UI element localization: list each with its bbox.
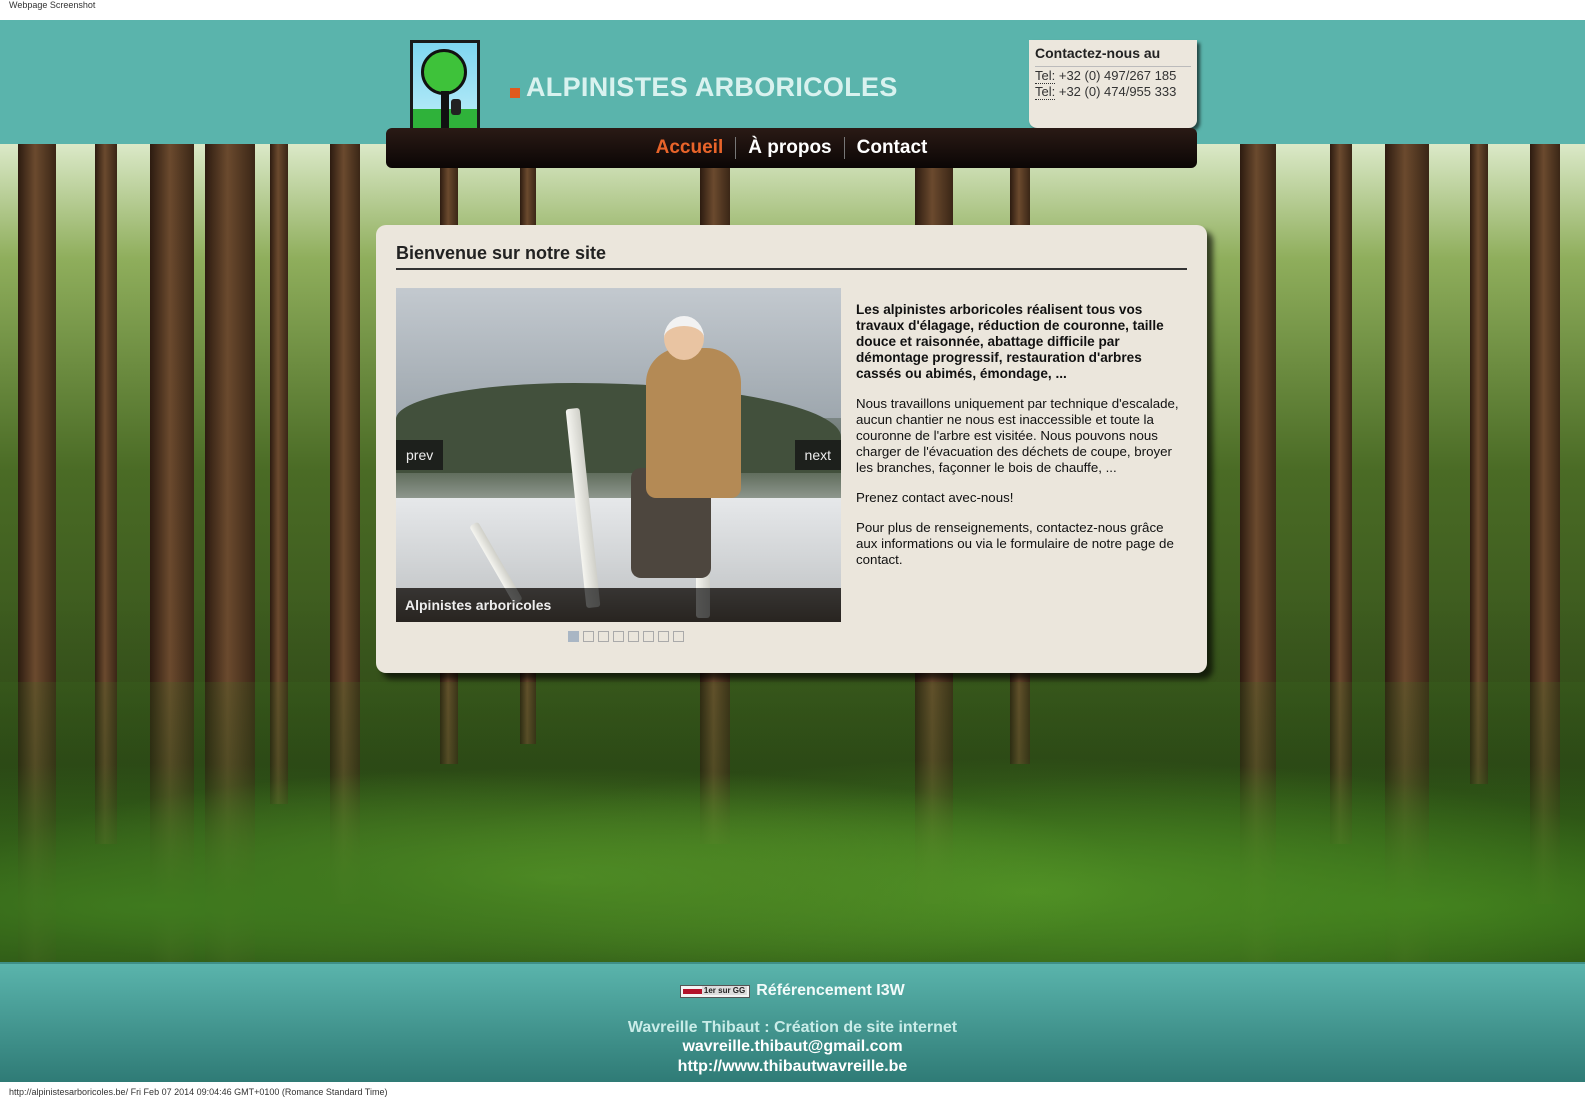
slide-photo-snow <box>396 498 841 588</box>
slider-dot[interactable] <box>658 631 669 642</box>
slider-dot[interactable] <box>673 631 684 642</box>
slider-dot[interactable] <box>643 631 654 642</box>
phone-line-2: Tel: +32 (0) 474/955 333 <box>1035 84 1191 100</box>
status-bar: http://alpinistesarboricoles.be/ Fri Feb… <box>9 1087 388 1097</box>
logo-climber <box>451 99 461 115</box>
intro-lead: Les alpinistes arboricoles réalisent tou… <box>856 302 1164 381</box>
referencing-row[interactable]: 1er sur GG Référencement I3W <box>0 982 1585 1000</box>
intro-paragraph-3: Pour plus de renseignements, contactez-n… <box>856 520 1174 567</box>
slider-dot[interactable] <box>613 631 624 642</box>
contact-title: Contactez-nous au <box>1035 45 1191 67</box>
intro-text: Les alpinistes arboricoles réalisent tou… <box>856 302 1186 582</box>
contact-box: Contactez-nous au Tel: +32 (0) 497/267 1… <box>1029 40 1197 128</box>
intro-paragraph-1: Nous travaillons uniquement par techniqu… <box>856 396 1179 475</box>
footer-website-link[interactable]: http://www.thibautwavreille.be <box>0 1058 1585 1076</box>
fern-undergrowth <box>0 682 1585 962</box>
title-bullet-icon <box>510 87 520 98</box>
image-slider[interactable]: prev next Alpinistes arboricoles <box>396 288 841 622</box>
slide-caption: Alpinistes arboricoles <box>396 588 841 622</box>
screenshot-caption: Webpage Screenshot <box>9 0 96 10</box>
footer-email-link[interactable]: wavreille.thibaut@gmail.com <box>0 1038 1585 1056</box>
nav-item-contact[interactable]: Contact <box>843 137 940 159</box>
slide-photo-climber-head <box>664 316 704 360</box>
phone-label: Tel: <box>1035 68 1056 84</box>
phone-number-2[interactable]: +32 (0) 474/955 333 <box>1059 84 1176 99</box>
tree-climber-logo-icon[interactable] <box>410 40 480 140</box>
nav-item-a-propos[interactable]: À propos <box>735 137 843 159</box>
slider-pagination <box>568 631 684 642</box>
badge-text: 1er sur GG <box>701 985 748 995</box>
slider-next-button[interactable]: next <box>794 440 841 470</box>
content-panel: Bienvenue sur notre site prev next Alpin… <box>376 225 1207 673</box>
slider-dot[interactable] <box>568 631 579 642</box>
phone-label: Tel: <box>1035 84 1056 100</box>
slider-dot[interactable] <box>598 631 609 642</box>
phone-line-1: Tel: +32 (0) 497/267 185 <box>1035 68 1191 84</box>
phone-number-1[interactable]: +32 (0) 497/267 185 <box>1059 68 1176 83</box>
nav-item-accueil[interactable]: Accueil <box>644 137 736 159</box>
slide-photo-climber <box>646 348 741 498</box>
main-nav: Accueil À propos Contact <box>386 128 1197 168</box>
intro-paragraph-2: Prenez contact avec-nous! <box>856 490 1014 505</box>
referencing-link[interactable]: Référencement I3W <box>756 982 905 1000</box>
footer-credit: Wavreille Thibaut : Création de site int… <box>627 1019 958 1036</box>
page-title: Bienvenue sur notre site <box>396 243 1187 270</box>
slider-prev-button[interactable]: prev <box>396 440 444 470</box>
site-title[interactable]: ALPINISTES ARBORICOLES <box>510 72 898 103</box>
logo-crown <box>421 49 467 95</box>
site-footer: 1er sur GG Référencement I3W Wavreille T… <box>0 962 1585 1082</box>
site-title-text: ALPINISTES ARBORICOLES <box>526 72 898 102</box>
slider-dot[interactable] <box>583 631 594 642</box>
slider-dot[interactable] <box>628 631 639 642</box>
referencing-badge-icon[interactable]: 1er sur GG <box>680 984 751 998</box>
logo-trunk <box>441 91 449 133</box>
